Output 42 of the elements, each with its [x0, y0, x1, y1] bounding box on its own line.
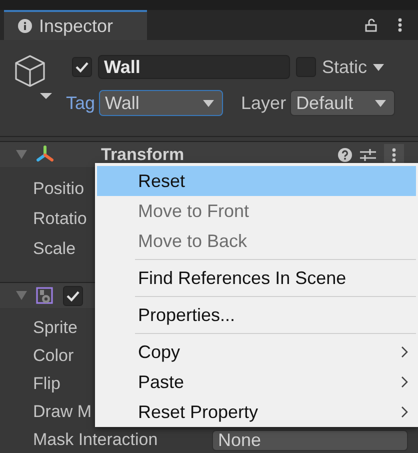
menu-item[interactable]: Paste — [95, 367, 418, 397]
tag-label: Tag — [66, 92, 96, 114]
property-label: Flip — [33, 374, 60, 394]
component-title: Transform — [101, 144, 184, 164]
layer-label: Layer — [241, 92, 286, 114]
checkmark-icon — [75, 61, 89, 73]
property-label: Scale — [33, 239, 76, 259]
lock-icon[interactable] — [364, 18, 378, 32]
active-checkbox[interactable] — [72, 57, 92, 77]
property-label: Draw M — [33, 402, 92, 422]
inspector-tab[interactable]: Inspector — [4, 10, 147, 40]
tag-dropdown[interactable]: Wall — [99, 90, 224, 116]
menu-item[interactable]: Properties... — [95, 300, 418, 330]
info-icon — [18, 19, 32, 33]
name-field[interactable]: Wall — [98, 55, 290, 79]
property-dropdown[interactable]: None — [212, 430, 408, 450]
menu-item[interactable]: Copy — [95, 337, 418, 367]
chevron-icon — [401, 346, 408, 358]
sprite-renderer-icon — [35, 286, 55, 306]
menu-item[interactable]: Reset — [97, 166, 416, 196]
property-label: Mask Interaction — [33, 430, 158, 450]
dropdown-arrow-icon — [375, 100, 386, 106]
menu-item[interactable]: Reset Property — [95, 397, 418, 427]
property-label: Rotatio — [33, 209, 87, 229]
chevron-icon — [401, 406, 408, 418]
property-label: Color — [33, 346, 74, 366]
property-label: Sprite — [33, 318, 78, 338]
component-checkbox[interactable] — [63, 286, 83, 306]
help-icon[interactable] — [338, 148, 352, 162]
more-icon — [392, 148, 396, 162]
property-label: Positio — [33, 179, 84, 199]
axes-icon — [35, 144, 55, 164]
component-menu-button[interactable] — [384, 144, 404, 166]
chevron-icon — [401, 376, 408, 388]
dropdown-arrow-icon — [203, 100, 214, 106]
sliders-icon[interactable] — [360, 148, 376, 162]
static-label: Static — [322, 56, 368, 78]
dropdown-arrow-icon[interactable] — [373, 64, 384, 70]
checkmark-icon — [66, 290, 80, 302]
menu-item[interactable]: Find References In Scene — [95, 263, 418, 293]
more-icon[interactable] — [398, 18, 402, 32]
layer-dropdown[interactable]: Default — [290, 90, 396, 116]
